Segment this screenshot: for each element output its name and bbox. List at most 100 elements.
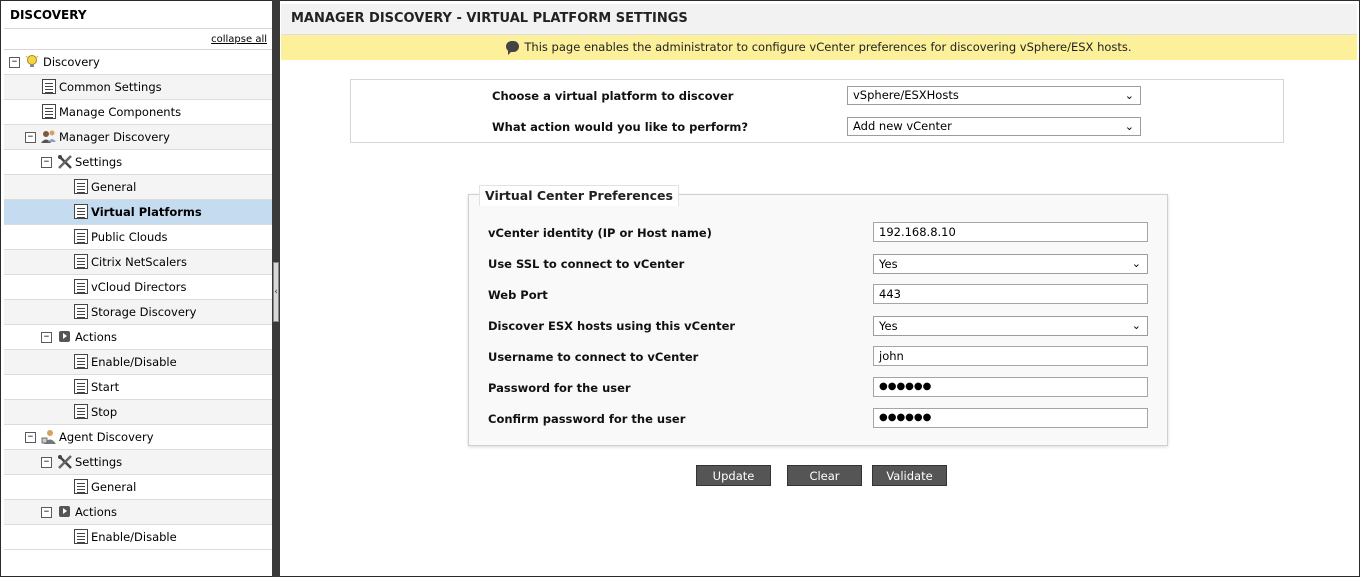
identity-input[interactable]: 192.168.8.10 [873, 222, 1148, 242]
sidebar-title: DISCOVERY [4, 4, 272, 29]
confirm-password-input[interactable]: ●●●●●● [873, 408, 1148, 428]
navigation-tree: − Discovery Common Settings Manage Compo… [4, 50, 272, 550]
action-select-value: Add new vCenter [853, 119, 952, 133]
settings-document-icon [42, 79, 56, 94]
tree-item-settings[interactable]: − Settings [4, 150, 272, 175]
collapse-toggle[interactable]: − [41, 457, 52, 468]
collapse-toggle[interactable]: − [41, 157, 52, 168]
collapse-toggle[interactable]: − [9, 57, 20, 68]
web-port-label: Web Port [488, 288, 548, 302]
page-title: MANAGER DISCOVERY - VIRTUAL PLATFORM SET… [281, 4, 1357, 35]
collapse-toggle[interactable]: − [25, 132, 36, 143]
tree-item-label: Settings [75, 155, 123, 169]
discover-esx-select[interactable]: Yes ⌄ [873, 316, 1148, 336]
tree-item-agent-actions[interactable]: − Actions [4, 500, 272, 525]
tree-item-enable-disable[interactable]: Enable/Disable [4, 350, 272, 375]
tree-item-manage-components[interactable]: Manage Components [4, 100, 272, 125]
speech-bubble-icon [506, 41, 520, 55]
password-label: Password for the user [488, 381, 631, 395]
tree-item-discovery[interactable]: − Discovery [4, 50, 272, 75]
confirm-password-label: Confirm password for the user [488, 412, 686, 426]
tree-item-citrix-netscalers[interactable]: Citrix NetScalers [4, 250, 272, 275]
tree-item-label: Common Settings [59, 80, 162, 94]
chevron-down-icon: ⌄ [1124, 120, 1134, 133]
lightbulb-icon [25, 54, 39, 69]
tree-item-label: General [91, 180, 137, 194]
platform-label: Choose a virtual platform to discover [492, 89, 734, 103]
tree-item-storage-discovery[interactable]: Storage Discovery [4, 300, 272, 325]
clear-button[interactable]: Clear [787, 465, 862, 486]
validate-button[interactable]: Validate [872, 465, 947, 486]
tree-item-common-settings[interactable]: Common Settings [4, 75, 272, 100]
settings-document-icon [42, 104, 56, 119]
settings-document-icon [74, 254, 88, 269]
ssl-select-value: Yes [879, 257, 898, 271]
info-banner: This page enables the administrator to c… [281, 35, 1357, 60]
tree-item-label: Start [91, 380, 120, 394]
tree-item-stop[interactable]: Stop [4, 400, 272, 425]
tree-item-manager-discovery[interactable]: − Manager Discovery [4, 125, 272, 150]
collapse-sidebar-handle[interactable]: ‹ [273, 262, 279, 322]
tree-item-label: Stop [91, 405, 118, 419]
panel-legend: Virtual Center Preferences [479, 185, 679, 206]
identity-label: vCenter identity (IP or Host name) [488, 226, 712, 240]
collapse-toggle[interactable]: − [41, 332, 52, 343]
web-port-input[interactable]: 443 [873, 284, 1148, 304]
tree-item-agent-settings[interactable]: − Settings [4, 450, 272, 475]
tree-item-label: Manager Discovery [59, 130, 170, 144]
tree-item-label: Enable/Disable [91, 355, 177, 369]
platform-selection-box: Choose a virtual platform to discover vS… [350, 79, 1284, 143]
tree-item-virtual-platforms[interactable]: Virtual Platforms [4, 200, 272, 225]
discover-esx-label: Discover ESX hosts using this vCenter [488, 319, 736, 333]
tree-item-agent-discovery[interactable]: − Agent Discovery [4, 425, 272, 450]
settings-document-icon [74, 379, 88, 394]
tree-item-label: Enable/Disable [91, 530, 177, 544]
settings-document-icon [74, 279, 88, 294]
update-button[interactable]: Update [696, 465, 771, 486]
settings-document-icon [74, 204, 88, 219]
manager-users-icon [41, 129, 56, 144]
tree-item-actions[interactable]: − Actions [4, 325, 272, 350]
password-input[interactable]: ●●●●●● [873, 377, 1148, 397]
tree-item-label: Citrix NetScalers [91, 255, 187, 269]
tree-item-label: Public Clouds [91, 230, 168, 244]
tree-item-label: vCloud Directors [91, 280, 187, 294]
tools-icon [57, 454, 72, 469]
platform-select[interactable]: vSphere/ESXHosts ⌄ [847, 86, 1141, 105]
settings-document-icon [74, 179, 88, 194]
ssl-select[interactable]: Yes ⌄ [873, 254, 1148, 274]
settings-document-icon [74, 354, 88, 369]
actions-icon [59, 506, 70, 517]
tree-item-general[interactable]: General [4, 175, 272, 200]
settings-document-icon [74, 479, 88, 494]
discovery-sidebar: DISCOVERY collapse all − Discovery Commo… [4, 4, 273, 575]
main-content: MANAGER DISCOVERY - VIRTUAL PLATFORM SET… [281, 4, 1357, 575]
tree-item-agent-general[interactable]: General [4, 475, 272, 500]
settings-document-icon [74, 529, 88, 544]
tree-item-vcloud-directors[interactable]: vCloud Directors [4, 275, 272, 300]
tree-item-label: Storage Discovery [91, 305, 197, 319]
tree-item-label: Actions [75, 330, 118, 344]
action-label: What action would you like to perform? [492, 120, 749, 134]
chevron-down-icon: ⌄ [1131, 257, 1141, 270]
tree-item-label: Discovery [43, 55, 100, 69]
collapse-all-link[interactable]: collapse all [211, 34, 267, 45]
collapse-toggle[interactable]: − [41, 507, 52, 518]
tree-item-agent-enable-disable[interactable]: Enable/Disable [4, 525, 272, 550]
tree-item-label: Agent Discovery [59, 430, 154, 444]
username-input[interactable]: john [873, 346, 1148, 366]
action-select[interactable]: Add new vCenter ⌄ [847, 117, 1141, 136]
chevron-down-icon: ⌄ [1131, 319, 1141, 332]
settings-document-icon [74, 304, 88, 319]
banner-text: This page enables the administrator to c… [524, 40, 1132, 54]
tree-item-label: Actions [75, 505, 118, 519]
settings-document-icon [74, 404, 88, 419]
tools-icon [57, 154, 72, 169]
actions-icon [59, 331, 70, 342]
tree-item-public-clouds[interactable]: Public Clouds [4, 225, 272, 250]
tree-item-label: General [91, 480, 137, 494]
chevron-down-icon: ⌄ [1124, 89, 1134, 102]
agent-user-icon [41, 429, 56, 444]
collapse-toggle[interactable]: − [25, 432, 36, 443]
tree-item-start[interactable]: Start [4, 375, 272, 400]
